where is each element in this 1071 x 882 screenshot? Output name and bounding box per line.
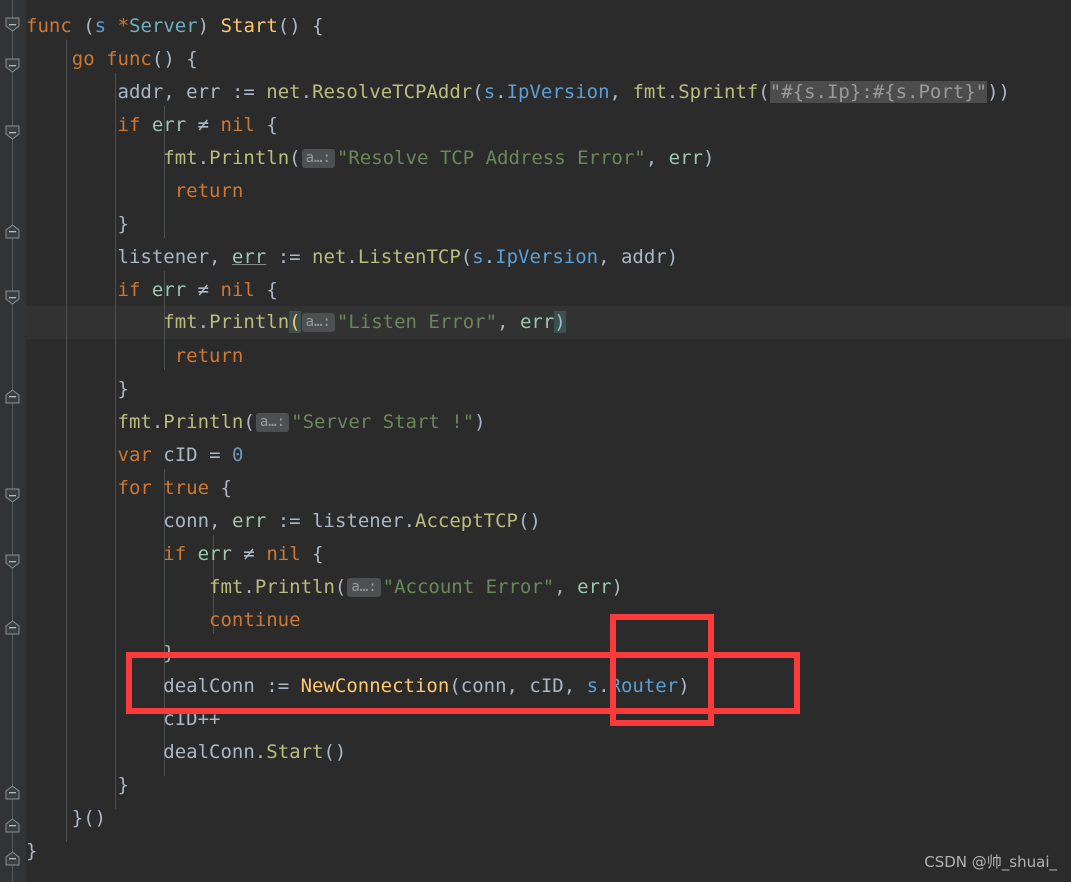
code-line[interactable]: if err ≠ nil { — [26, 274, 278, 307]
code-line[interactable]: fmt.Println(a…: "Listen Error", err) — [26, 306, 566, 339]
editor-gutter — [0, 0, 26, 882]
code-line[interactable]: dealConn.Start() — [26, 736, 346, 769]
code-editor-screenshot: func (s *Server) Start() { go func() { a… — [0, 0, 1071, 882]
code-line[interactable]: } — [26, 835, 37, 868]
code-line[interactable]: dealConn := NewConnection(conn, cID, s.R… — [26, 670, 689, 703]
fold-marker-expand[interactable] — [5, 620, 20, 635]
fold-marker-collapse[interactable] — [5, 488, 20, 503]
code-line[interactable]: if err ≠ nil { — [26, 538, 323, 571]
code-line[interactable]: } — [26, 208, 129, 241]
code-line[interactable]: continue — [26, 604, 301, 637]
fold-marker-expand[interactable] — [5, 851, 20, 866]
matching-bracket-open: ( — [289, 311, 301, 333]
fold-marker-collapse[interactable] — [5, 554, 20, 569]
code-line[interactable]: } — [26, 637, 174, 670]
parameter-hint-chip: a…: — [347, 578, 381, 597]
code-line[interactable]: listener, err := net.ListenTCP(s.IpVersi… — [26, 241, 679, 274]
code-line[interactable]: conn, err := listener.AcceptTCP() — [26, 505, 541, 538]
fold-marker-collapse[interactable] — [5, 290, 20, 305]
code-line[interactable]: } — [26, 769, 129, 802]
parameter-hint-chip: a…: — [255, 413, 290, 432]
code-line[interactable]: return — [26, 340, 244, 373]
fold-marker-expand[interactable] — [5, 224, 20, 239]
code-line[interactable]: cID++ — [26, 703, 220, 736]
fold-marker-expand[interactable] — [5, 785, 20, 800]
code-line[interactable]: addr, err := net.ResolveTCPAddr(s.IpVers… — [26, 76, 1010, 109]
fold-marker-expand[interactable] — [5, 389, 20, 404]
parameter-hint-chip: a…: — [301, 149, 335, 168]
fold-marker-expand[interactable] — [5, 818, 20, 833]
code-line[interactable]: fmt.Println(a…: "Account Error", err) — [26, 571, 623, 604]
matching-bracket-close: ) — [554, 311, 566, 333]
code-line[interactable]: fmt.Println(a…: "Resolve TCP Address Erro… — [26, 142, 714, 175]
code-line[interactable]: return — [26, 175, 244, 208]
fold-marker-collapse[interactable] — [5, 125, 20, 140]
fold-marker-collapse[interactable] — [5, 58, 20, 73]
code-line[interactable]: for true { — [26, 472, 232, 505]
fold-marker-collapse[interactable] — [5, 17, 20, 32]
code-content[interactable]: func (s *Server) Start() { go func() { a… — [26, 0, 1071, 882]
code-line[interactable]: } — [26, 373, 129, 406]
parameter-hint-chip: a…: — [301, 313, 335, 332]
code-line[interactable]: fmt.Println(a…: "Server Start !") — [26, 406, 486, 439]
code-line[interactable]: }() — [26, 802, 106, 835]
code-line[interactable]: func (s *Server) Start() { — [26, 10, 324, 43]
code-line[interactable]: go func() { — [26, 43, 198, 76]
code-line[interactable]: if err ≠ nil { — [26, 109, 278, 142]
code-line[interactable]: var cID = 0 — [26, 439, 244, 472]
watermark-text: CSDN @帅_shuai_ — [924, 853, 1057, 871]
